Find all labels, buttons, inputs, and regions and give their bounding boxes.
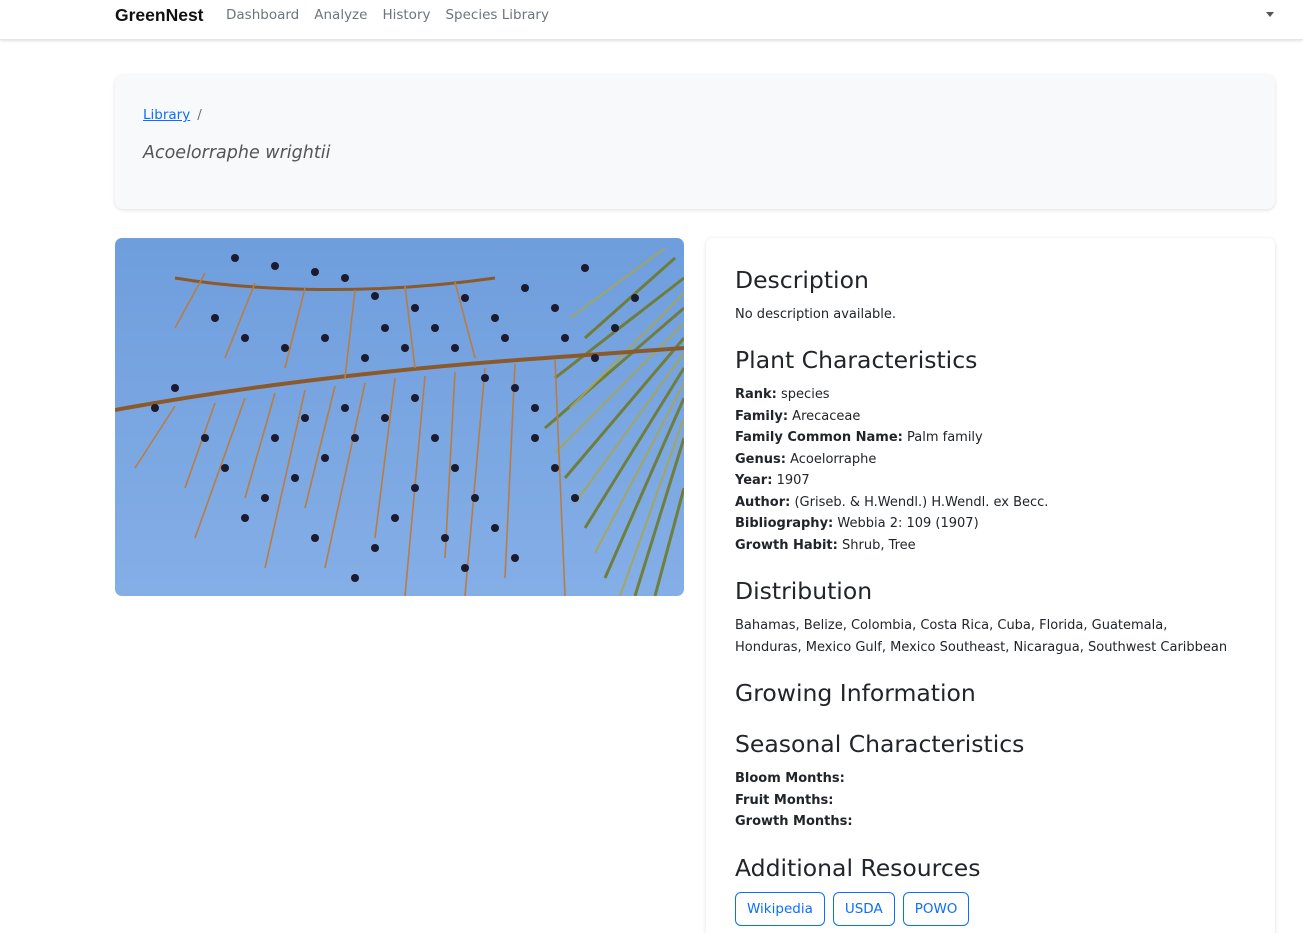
characteristic-value: Acoelorraphe <box>790 452 877 467</box>
species-photo <box>115 238 684 596</box>
nav-links: Dashboard Analyze History Species Librar… <box>226 7 564 23</box>
seasonal-growth-months: Growth Months: <box>735 814 853 829</box>
characteristic-genus: Genus: Acoelorraphe <box>735 452 876 467</box>
distribution-heading: Distribution <box>735 577 873 605</box>
characteristic-label: Family Common Name: <box>735 430 903 445</box>
nav-link-species-library[interactable]: Species Library <box>445 7 548 23</box>
user-dropdown-caret-icon[interactable] <box>1266 12 1274 17</box>
growing-heading: Growing Information <box>735 679 976 707</box>
characteristic-value: Webbia 2: 109 (1907) <box>837 516 979 531</box>
characteristic-label: Rank: <box>735 387 777 402</box>
characteristic-year: Year: 1907 <box>735 473 810 488</box>
characteristic-label: Growth Habit: <box>735 538 838 553</box>
breadcrumb: Library / <box>143 107 202 123</box>
top-navbar: GreenNest Dashboard Analyze History Spec… <box>0 0 1303 40</box>
seasonal-label: Growth Months: <box>735 814 853 829</box>
nav-link-analyze[interactable]: Analyze <box>314 7 367 23</box>
species-header-card: Library / Acoelorraphe wrightii <box>115 75 1275 209</box>
characteristic-author: Author: (Griseb. & H.Wendl.) H.Wendl. ex… <box>735 495 1048 510</box>
species-info-card: Description No description available. Pl… <box>706 238 1275 933</box>
species-title: Acoelorraphe wrightii <box>143 143 331 163</box>
characteristic-label: Family: <box>735 409 789 424</box>
powo-button[interactable]: POWO <box>902 892 970 926</box>
breadcrumb-separator: / <box>197 107 202 123</box>
characteristic-value: Shrub, Tree <box>842 538 916 553</box>
characteristic-value: 1907 <box>776 473 810 488</box>
usda-button[interactable]: USDA <box>832 892 895 926</box>
nav-link-dashboard[interactable]: Dashboard <box>226 7 299 23</box>
resources-heading: Additional Resources <box>735 854 981 882</box>
wikipedia-button[interactable]: Wikipedia <box>735 892 825 926</box>
characteristic-family-common-name: Family Common Name: Palm family <box>735 430 983 445</box>
characteristics-heading: Plant Characteristics <box>735 346 978 374</box>
breadcrumb-library-link[interactable]: Library <box>143 107 190 123</box>
characteristic-label: Year: <box>735 473 773 488</box>
description-text: No description available. <box>735 307 897 322</box>
characteristic-value: (Griseb. & H.Wendl.) H.Wendl. ex Becc. <box>794 495 1049 510</box>
characteristic-value: species <box>781 387 830 402</box>
characteristic-label: Bibliography: <box>735 516 834 531</box>
resource-buttons: Wikipedia USDA POWO <box>735 892 970 926</box>
distribution-text: Bahamas, Belize, Colombia, Costa Rica, C… <box>735 618 1228 655</box>
description-heading: Description <box>735 266 869 294</box>
brand-logo[interactable]: GreenNest <box>115 5 204 26</box>
characteristic-label: Genus: <box>735 452 786 467</box>
characteristic-value: Palm family <box>906 430 983 445</box>
seasonal-bloom-months: Bloom Months: <box>735 771 845 786</box>
characteristic-family: Family: Arecaceae <box>735 409 860 424</box>
seasonal-label: Fruit Months: <box>735 793 834 808</box>
seasonal-fruit-months: Fruit Months: <box>735 793 833 808</box>
characteristic-rank: Rank: species <box>735 387 830 402</box>
seasonal-heading: Seasonal Characteristics <box>735 730 1025 758</box>
characteristic-bibliography: Bibliography: Webbia 2: 109 (1907) <box>735 516 979 531</box>
seasonal-label: Bloom Months: <box>735 771 845 786</box>
characteristic-value: Arecaceae <box>792 409 861 424</box>
characteristic-growth-habit: Growth Habit: Shrub, Tree <box>735 538 916 553</box>
characteristic-label: Author: <box>735 495 791 510</box>
nav-link-history[interactable]: History <box>382 7 430 23</box>
